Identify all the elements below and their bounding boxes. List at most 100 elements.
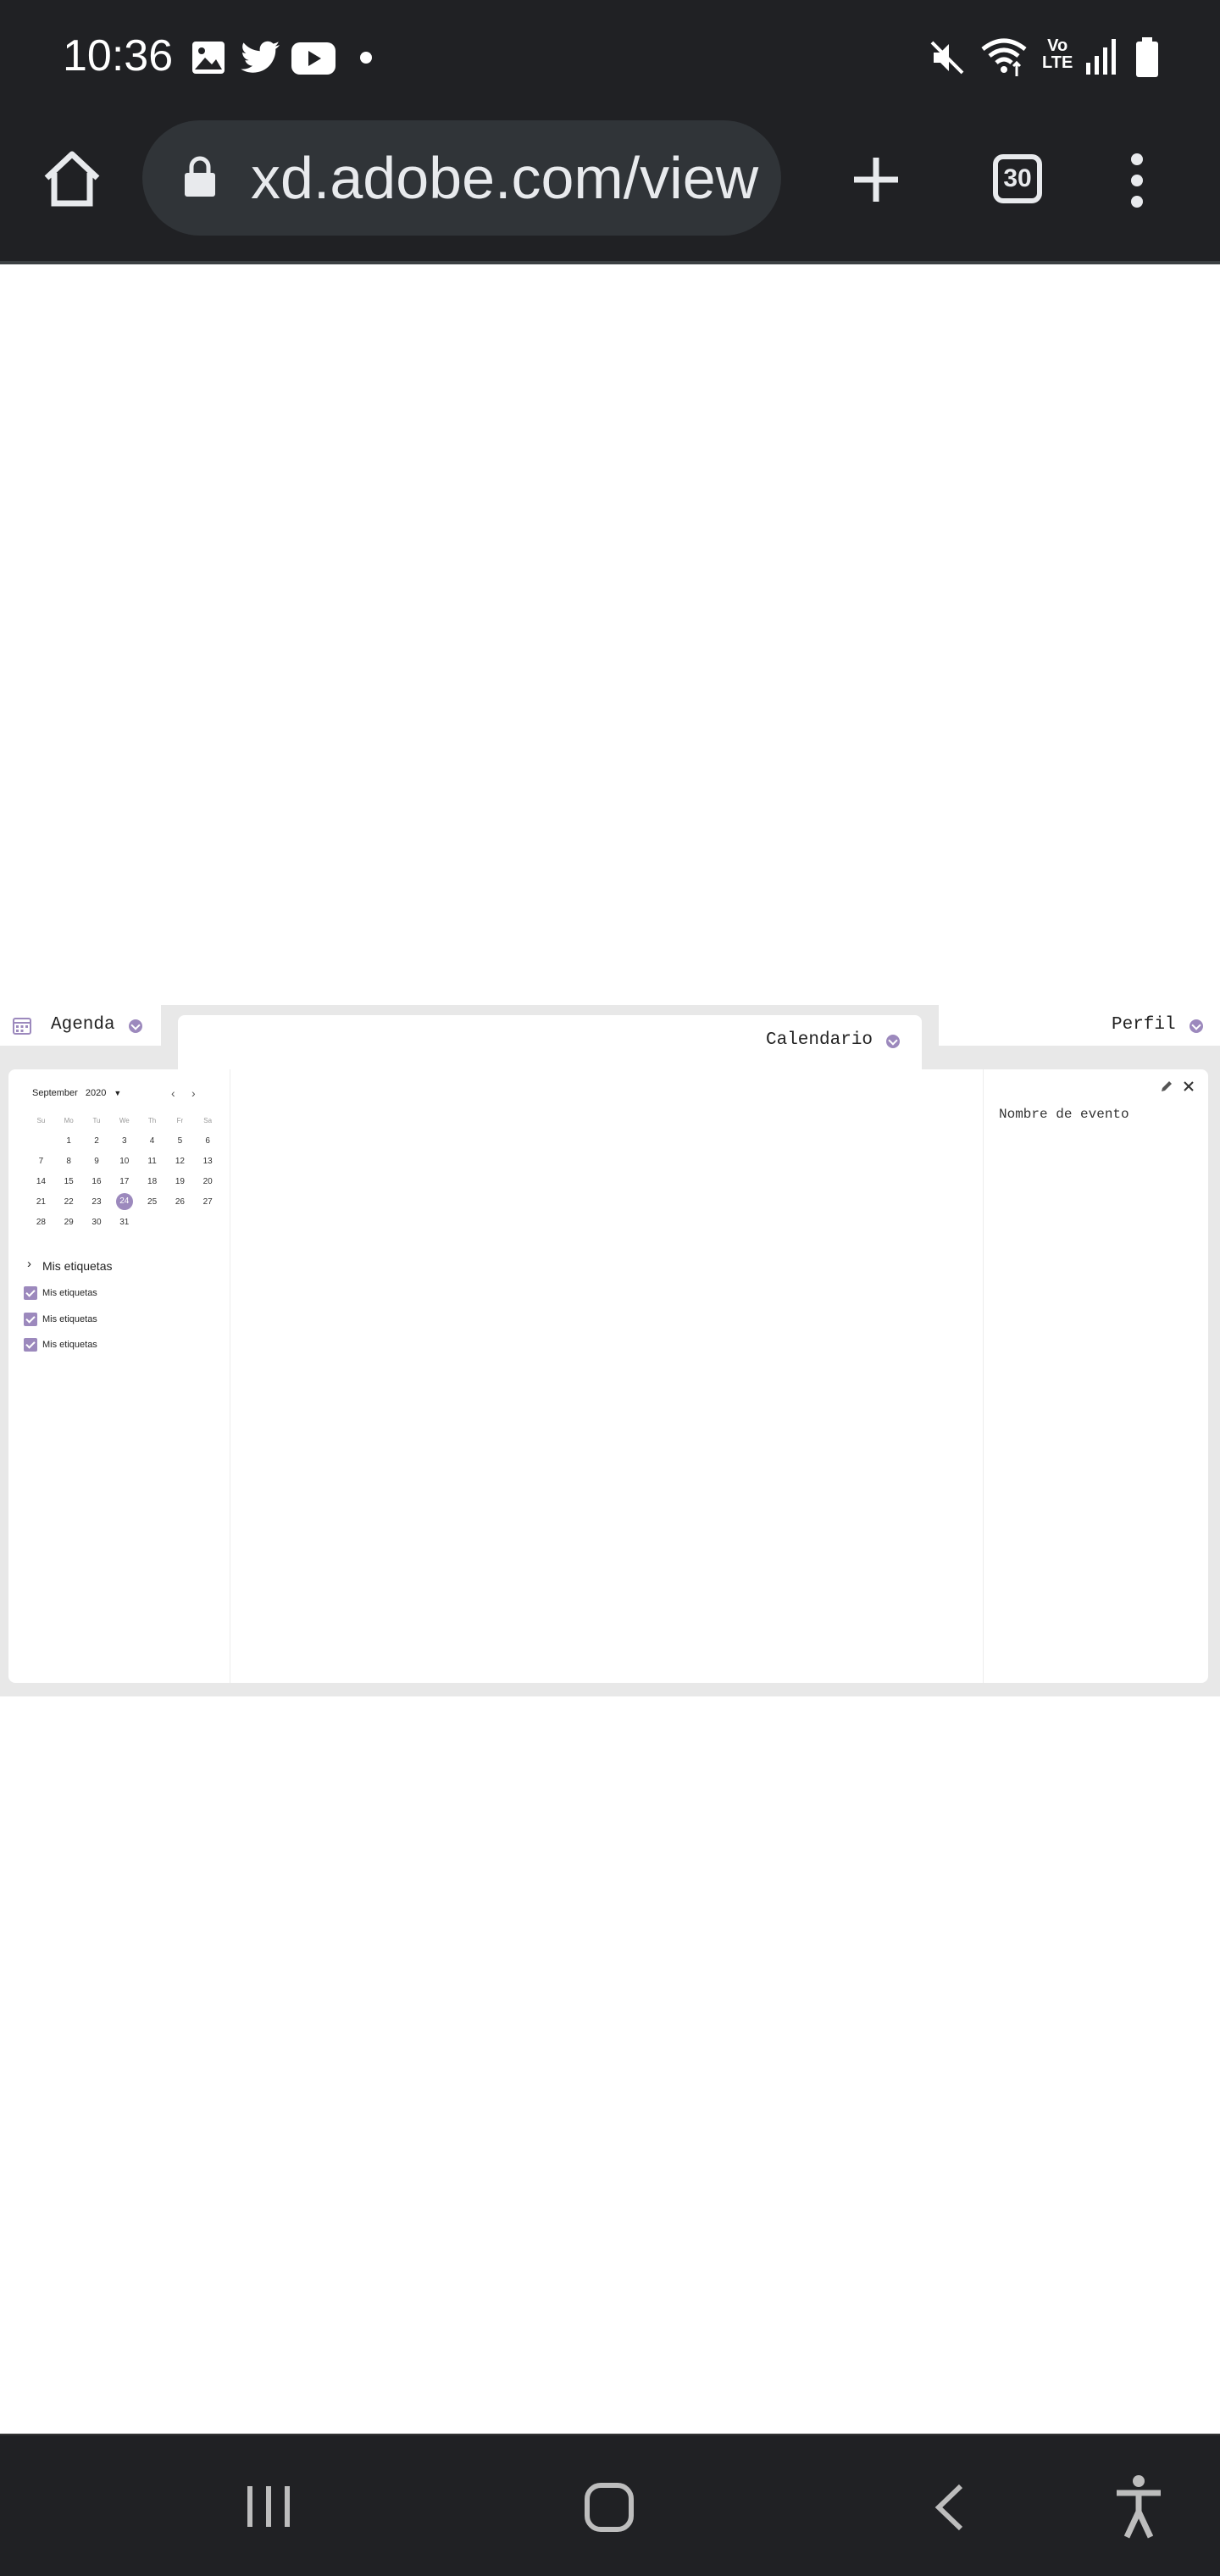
day-cell[interactable]: 1 [55,1136,83,1146]
month-label: September [32,1088,78,1098]
day-cell[interactable]: 12 [166,1157,194,1166]
checkbox[interactable] [24,1338,37,1352]
tag-item[interactable]: Mis etiquetas [24,1286,97,1300]
day-cell[interactable]: 10 [110,1157,138,1166]
day-cell[interactable]: 15 [55,1177,83,1186]
day-cell[interactable]: 17 [110,1177,138,1186]
day-cell[interactable]: 27 [194,1197,222,1207]
weekday-label: Su [36,1116,46,1124]
week-row: 14 15 16 17 18 19 20 [27,1171,222,1191]
selected-day-label: 24 [115,1193,133,1210]
day-cell[interactable]: 26 [166,1197,194,1207]
tab-calendario-label: Calendario [766,1030,873,1050]
day-cell[interactable]: 20 [194,1177,222,1186]
close-icon[interactable] [1182,1080,1195,1093]
android-nav-bar [0,2434,1220,2576]
day-cell[interactable]: 8 [55,1157,83,1166]
checkbox[interactable] [24,1286,37,1300]
sidebar: September 2020 ▼ ‹ › Su Mo Tu We Th Fr Sa 1 2 3 4 5… [8,1069,230,1683]
day-cell[interactable]: 21 [27,1197,55,1207]
tab-count: 30 [1003,164,1032,192]
day-cell[interactable]: 9 [83,1157,111,1166]
status-bar: 10:36 Vo LTE [0,0,1220,115]
twitter-icon [241,41,280,73]
day-cell[interactable]: 28 [27,1218,55,1227]
chevron-left-icon[interactable]: ‹ [171,1086,175,1100]
wifi-icon [981,38,1027,76]
back-icon[interactable] [934,2483,964,2532]
day-cell[interactable]: 3 [110,1136,138,1146]
day-cell-selected[interactable]: 24 [110,1193,138,1210]
main-calendar-area[interactable] [231,1069,982,1683]
chevron-right-icon[interactable]: › [27,1257,31,1271]
tag-label: Mis etiquetas [42,1288,97,1298]
recent-apps-icon[interactable] [246,2484,291,2529]
battery-icon [1136,37,1158,77]
tab-perfil-label: Perfil [1112,1015,1176,1035]
day-cell[interactable]: 4 [138,1136,166,1146]
tabs-icon[interactable]: 30 [993,154,1042,203]
checkbox[interactable] [24,1313,37,1326]
menu-icon[interactable] [1127,151,1147,210]
day-cell[interactable]: 14 [27,1177,55,1186]
tab-perfil[interactable]: Perfil [939,1005,1220,1046]
dot-icon [360,52,372,64]
day-cell[interactable]: 23 [83,1197,111,1207]
tag-item[interactable]: Mis etiquetas [24,1313,97,1326]
day-cell[interactable]: 11 [138,1157,166,1166]
tag-item[interactable]: Mis etiquetas [24,1338,97,1352]
day-cell[interactable]: 19 [166,1177,194,1186]
tab-agenda-label: Agenda [51,1015,115,1035]
new-tab-icon[interactable] [851,154,901,205]
month-picker[interactable]: September 2020 ▼ [32,1088,121,1098]
day-cell[interactable]: 6 [194,1136,222,1146]
day-cell[interactable]: 18 [138,1177,166,1186]
chevron-down-icon [1190,1019,1203,1033]
tab-calendario[interactable]: Calendario [178,1015,922,1069]
day-cell[interactable]: 2 [83,1136,111,1146]
day-cell[interactable]: 13 [194,1157,222,1166]
chevron-right-icon[interactable]: › [191,1086,196,1100]
home-nav-icon[interactable] [585,2483,634,2532]
event-detail: Nombre de evento [983,1069,1208,1683]
day-cell[interactable]: 7 [27,1157,55,1166]
weekday-label: Tu [92,1116,101,1124]
url-text[interactable]: xd.adobe.com/view [251,144,759,212]
home-icon[interactable] [42,151,102,207]
mute-icon [930,41,964,75]
week-row: 21 22 23 24 25 26 27 [27,1191,222,1212]
year-label: 2020 [85,1088,107,1098]
day-cell[interactable]: 5 [166,1136,194,1146]
tags-title[interactable]: Mis etiquetas [42,1259,112,1273]
weekday-label: Fr [176,1116,184,1124]
app-container: Agenda Calendario Perfil September 2020 … [0,1005,1220,1696]
weekday-label: Mo [64,1116,74,1124]
week-row: 7 8 9 10 11 12 13 [27,1151,222,1171]
volte-icon: Vo LTE [1042,36,1073,72]
tag-label: Mis etiquetas [42,1314,97,1324]
weekday-label: We [119,1116,130,1124]
weekday-label: Th [147,1116,157,1124]
gallery-icon [192,42,225,74]
browser-toolbar: xd.adobe.com/view 30 [0,115,1220,264]
day-cell[interactable]: 25 [138,1197,166,1207]
day-cell[interactable]: 31 [110,1218,138,1227]
day-cell[interactable]: 30 [83,1218,111,1227]
signal-icon [1086,39,1116,75]
accessibility-icon[interactable] [1113,2474,1164,2539]
chevron-down-icon [886,1035,900,1048]
week-row: 123456 [27,1130,222,1151]
calendar-grid: Su Mo Tu We Th Fr Sa 1 2 3 4 5 6 7 8 9 10 11 12 13 14 15 16 17 1… [27,1110,222,1232]
clock: 10:36 [63,31,174,80]
day-cell[interactable]: 16 [83,1177,111,1186]
day-cell[interactable]: 29 [55,1218,83,1227]
weekday-row: Su Mo Tu We Th Fr Sa [27,1110,222,1130]
chevron-down-icon [129,1019,142,1033]
weekday-label: Sa [203,1116,213,1124]
edit-icon[interactable] [1160,1080,1173,1093]
youtube-icon [291,42,336,75]
lock-icon [185,156,215,197]
day-cell[interactable]: 22 [55,1197,83,1207]
event-name: Nombre de evento [999,1107,1129,1122]
tab-agenda[interactable]: Agenda [0,1005,161,1046]
